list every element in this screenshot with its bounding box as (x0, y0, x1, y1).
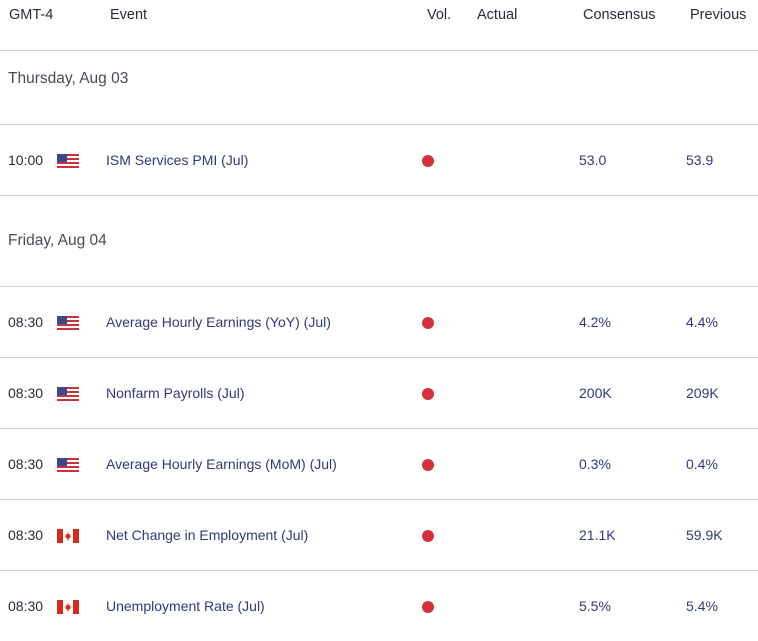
day-group-header: Friday, Aug 04 (0, 196, 758, 287)
consensus-value: 5.5% (579, 598, 611, 614)
high-volatility-icon (422, 530, 434, 542)
high-volatility-icon (422, 317, 434, 329)
us-flag-icon (57, 458, 79, 472)
us-flag-icon (57, 154, 79, 168)
event-name-link[interactable]: Unemployment Rate (Jul) (106, 598, 265, 614)
day-label: Friday, Aug 04 (8, 232, 107, 249)
high-volatility-icon (422, 459, 434, 471)
consensus-header: Consensus (583, 7, 656, 23)
canada-flag-icon (57, 529, 79, 543)
actual-header: Actual (477, 7, 518, 23)
event-row[interactable]: 08:30 Average Hourly Earnings (YoY) (Jul… (0, 287, 758, 358)
event-name-link[interactable]: Average Hourly Earnings (YoY) (Jul) (106, 314, 331, 330)
event-row[interactable]: 08:30 Net Change in Employment (Jul) 21.… (0, 500, 758, 571)
event-name-link[interactable]: Average Hourly Earnings (MoM) (Jul) (106, 456, 337, 472)
event-time: 08:30 (8, 385, 44, 401)
event-time: 08:30 (8, 527, 44, 543)
event-time: 10:00 (8, 152, 44, 168)
day-label: Thursday, Aug 03 (8, 70, 129, 87)
event-time: 08:30 (8, 314, 44, 330)
event-row[interactable]: 08:30 Average Hourly Earnings (MoM) (Jul… (0, 429, 758, 500)
event-name-link[interactable]: ISM Services PMI (Jul) (106, 152, 248, 168)
previous-value: 5.4% (686, 598, 718, 614)
consensus-value: 21.1K (579, 527, 616, 543)
us-flag-icon (57, 316, 79, 330)
event-name-link[interactable]: Net Change in Employment (Jul) (106, 527, 308, 543)
previous-value: 0.4% (686, 456, 718, 472)
previous-value: 4.4% (686, 314, 718, 330)
consensus-value: 4.2% (579, 314, 611, 330)
day-group-header: Thursday, Aug 03 (0, 51, 758, 125)
timezone-header[interactable]: GMT-4 (9, 7, 53, 23)
previous-value: 59.9K (686, 527, 723, 543)
high-volatility-icon (422, 601, 434, 613)
event-header: Event (110, 7, 148, 23)
event-time: 08:30 (8, 456, 44, 472)
canada-flag-icon (57, 600, 79, 614)
volatility-header: Vol. (427, 7, 452, 23)
event-row[interactable]: 10:00 ISM Services PMI (Jul) 53.0 53.9 (0, 125, 758, 196)
previous-value: 209K (686, 385, 719, 401)
previous-header: Previous (690, 7, 747, 23)
event-time: 08:30 (8, 598, 44, 614)
consensus-value: 0.3% (579, 456, 611, 472)
event-row[interactable]: 08:30 Unemployment Rate (Jul) 5.5% 5.4% (0, 571, 758, 641)
high-volatility-icon (422, 155, 434, 167)
high-volatility-icon (422, 388, 434, 400)
event-row[interactable]: 08:30 Nonfarm Payrolls (Jul) 200K 209K (0, 358, 758, 429)
consensus-value: 200K (579, 385, 612, 401)
us-flag-icon (57, 387, 79, 401)
event-name-link[interactable]: Nonfarm Payrolls (Jul) (106, 385, 244, 401)
consensus-value: 53.0 (579, 152, 607, 168)
previous-value: 53.9 (686, 152, 714, 168)
table-header: GMT-4 Event Vol. Actual Consensus Previo… (0, 0, 758, 51)
